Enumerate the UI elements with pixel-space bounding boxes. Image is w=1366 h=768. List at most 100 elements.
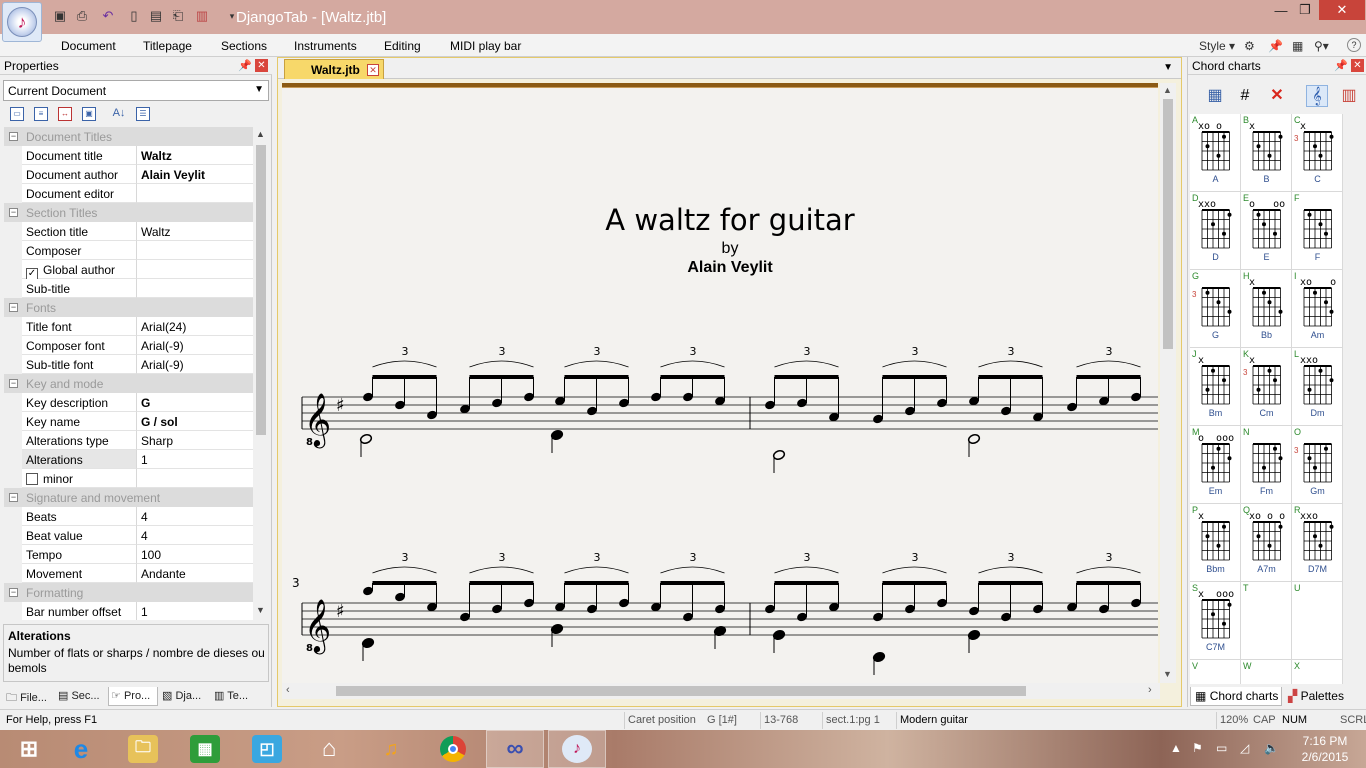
taskbar-shopping[interactable]: ◰	[238, 730, 296, 768]
row-beats[interactable]: Beats 4	[4, 507, 253, 526]
pin-panel-icon[interactable]: 📌	[238, 59, 252, 72]
close-tab-icon[interactable]: ✕	[367, 64, 379, 76]
chord-cell[interactable]: Eo oo E	[1241, 192, 1292, 270]
restore-button[interactable]: ❐	[1290, 0, 1320, 20]
chord-cell[interactable]: G 3 G	[1190, 270, 1241, 348]
collapse-icon[interactable]: −	[9, 379, 18, 388]
property-value[interactable]: 1	[137, 450, 253, 469]
taskbar-chrome[interactable]	[424, 730, 482, 768]
category-section-titles[interactable]: − Section Titles	[4, 203, 253, 222]
taskbar-explorer[interactable]: 🗀	[114, 730, 172, 768]
collapse-icon[interactable]: −	[9, 208, 18, 217]
chord-diagram-icon[interactable]: ▥	[1338, 85, 1360, 107]
chord-notation-icon[interactable]: 𝄞	[1306, 85, 1328, 107]
show-hidden-icons[interactable]: ▲	[1170, 741, 1182, 755]
scroll-left-icon[interactable]: ‹	[286, 684, 290, 696]
row-tempo[interactable]: Tempo 100	[4, 545, 253, 564]
scroll-right-icon[interactable]: ›	[1148, 684, 1152, 696]
row-minor[interactable]: minor	[4, 469, 253, 488]
document-vertical-scrollbar[interactable]: ▲ ▼	[1160, 83, 1176, 683]
collapse-icon[interactable]: −	[9, 588, 18, 597]
row-key-name[interactable]: Key name G / sol	[4, 412, 253, 431]
save-icon[interactable]: ▣	[52, 8, 68, 24]
new-doc-icon[interactable]: ▯	[126, 8, 142, 24]
chord-cell[interactable]: Kx 3 Cm	[1241, 348, 1292, 426]
image-view-icon[interactable]: ▣	[82, 107, 96, 121]
property-value[interactable]: Waltz	[137, 222, 253, 241]
chord-cell[interactable]: BxB	[1241, 114, 1292, 192]
minor-checkbox[interactable]	[26, 473, 38, 485]
row-key-description[interactable]: Key description G	[4, 393, 253, 412]
list-view-icon[interactable]: ≡	[34, 107, 48, 121]
tab-chord-charts[interactable]: ▦ Chord charts	[1190, 687, 1282, 706]
tab-palettes[interactable]: ▞ Palettes	[1284, 687, 1364, 706]
taskbar-infinity-app[interactable]: ∞	[486, 730, 544, 768]
start-button[interactable]: ⊞	[0, 730, 58, 768]
chord-cell[interactable]: Lxxo Dm	[1292, 348, 1343, 426]
tab-properties[interactable]: ☞ Pro...	[108, 687, 158, 706]
menu-sections[interactable]: Sections	[221, 39, 267, 53]
property-value[interactable]: Arial(-9)	[137, 336, 253, 355]
property-value[interactable]: 1	[137, 602, 253, 620]
chord-cell[interactable]: Ixo o Am	[1292, 270, 1343, 348]
document-horizontal-scrollbar[interactable]: ‹ ›	[282, 683, 1160, 699]
pin-panel-icon[interactable]: 📌	[1334, 59, 1348, 72]
category-signature[interactable]: − Signature and movement	[4, 488, 253, 507]
row-title-font[interactable]: Title font Arial(24)	[4, 317, 253, 336]
document-selector[interactable]: Current Document ▼	[3, 80, 269, 101]
help-icon[interactable]: ?	[1347, 38, 1361, 52]
chord-cell[interactable]: Mo ooo Em	[1190, 426, 1241, 504]
taskbar-djangotab[interactable]: ♪	[548, 730, 606, 768]
menu-instruments[interactable]: Instruments	[294, 39, 357, 53]
row-composer[interactable]: Composer	[4, 241, 253, 260]
chord-cell[interactable]: Sx ooo C7M	[1190, 582, 1241, 660]
row-alterations-type[interactable]: Alterations type Sharp	[4, 431, 253, 450]
property-value[interactable]: G / sol	[137, 412, 253, 431]
categorized-view-icon[interactable]: ▭	[10, 107, 24, 121]
property-value[interactable]: Alain Veylit	[137, 165, 253, 184]
application-menu-button[interactable]: ♪	[2, 2, 42, 42]
tab-sections[interactable]: ▤ Sec...	[56, 687, 106, 706]
wifi-icon[interactable]: ◿	[1240, 741, 1249, 755]
delete-chord-icon[interactable]: ✕	[1266, 85, 1288, 107]
tab-templates[interactable]: ▥ Te...	[212, 687, 262, 706]
scrollbar-thumb[interactable]	[1163, 99, 1173, 349]
taskbar-music[interactable]: ♫	[362, 730, 420, 768]
row-document-editor[interactable]: Document editor	[4, 184, 253, 203]
row-bar-number-offset[interactable]: Bar number offset 1	[4, 602, 253, 620]
document-list-icon[interactable]: ▼	[1163, 62, 1173, 73]
row-document-title[interactable]: Document title Waltz	[4, 146, 253, 165]
tab-djangotab[interactable]: ▧ Dja...	[160, 687, 210, 706]
clock[interactable]: 7:16 PM 2/6/2015	[1295, 733, 1355, 765]
scroll-up-icon[interactable]: ▲	[256, 129, 265, 139]
pdf-icon[interactable]: ▥	[194, 8, 210, 24]
property-value[interactable]: G	[137, 393, 253, 412]
network-icon[interactable]: ▭	[1216, 741, 1227, 755]
expand-icon[interactable]: ↔	[58, 107, 72, 121]
row-document-author[interactable]: Document author Alain Veylit	[4, 165, 253, 184]
property-value[interactable]: 4	[137, 507, 253, 526]
taskbar-ie[interactable]: e	[52, 730, 110, 768]
flag-icon[interactable]: ⚑	[1192, 741, 1203, 755]
chord-cell[interactable]: Cx3C	[1292, 114, 1343, 192]
chord-cell[interactable]: V	[1190, 660, 1241, 684]
property-value[interactable]: Arial(24)	[137, 317, 253, 336]
chord-cell[interactable]: N Fm	[1241, 426, 1292, 504]
chord-cell[interactable]: O 3 Gm	[1292, 426, 1343, 504]
taskbar-home[interactable]: ⌂	[300, 730, 358, 768]
scroll-up-icon[interactable]: ▲	[1163, 85, 1172, 95]
settings-gear-icon[interactable]: ⚙	[1244, 39, 1255, 53]
print-preview-icon[interactable]: ▤	[148, 8, 164, 24]
category-formatting[interactable]: − Formatting	[4, 583, 253, 602]
chord-edit-icon[interactable]: ▦	[1204, 85, 1226, 107]
chord-cell[interactable]: FF	[1292, 192, 1343, 270]
property-value[interactable]: Waltz	[137, 146, 253, 165]
menu-editing[interactable]: Editing	[384, 39, 421, 53]
chord-cell[interactable]: Jx Bm	[1190, 348, 1241, 426]
collapse-icon[interactable]: −	[9, 303, 18, 312]
property-value[interactable]	[137, 279, 253, 298]
row-sub-title[interactable]: Sub-title	[4, 279, 253, 298]
property-value[interactable]	[137, 241, 253, 260]
taskbar-store[interactable]: ▦	[176, 730, 234, 768]
undo-icon[interactable]: ↶	[100, 8, 116, 24]
